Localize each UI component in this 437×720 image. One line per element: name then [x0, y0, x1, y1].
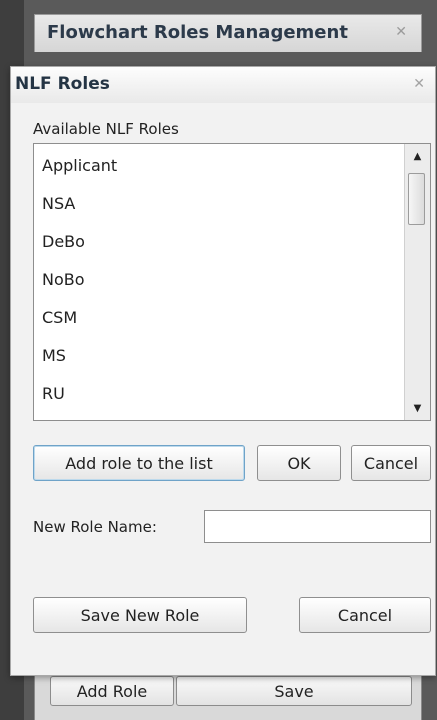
- new-role-name-input[interactable]: [204, 510, 431, 543]
- add-role-button[interactable]: Add Role: [50, 676, 174, 706]
- cancel-new-role-button[interactable]: Cancel: [299, 597, 431, 633]
- list-item-nsa[interactable]: NSA: [42, 192, 397, 216]
- scroll-down-icon[interactable]: ▼: [405, 396, 430, 420]
- add-role-to-list-button[interactable]: Add role to the list: [33, 445, 245, 481]
- list-item-applicant[interactable]: Applicant: [42, 154, 397, 178]
- list-item-ms[interactable]: MS: [42, 344, 397, 368]
- save-button[interactable]: Save: [176, 676, 412, 706]
- list-item-nobo[interactable]: NoBo: [42, 268, 397, 292]
- scroll-up-icon[interactable]: ▲: [405, 144, 430, 168]
- nlf-roles-dialog: NLF Roles ✕ Available NLF Roles Applican…: [10, 66, 436, 676]
- new-role-name-label: New Role Name:: [33, 518, 157, 536]
- listbox-scrollbar[interactable]: ▲ ▼: [404, 144, 430, 420]
- cancel-button[interactable]: Cancel: [351, 445, 431, 481]
- background-dialog-title: Flowchart Roles Management: [47, 22, 348, 43]
- close-icon[interactable]: ✕: [413, 76, 425, 92]
- roles-listbox[interactable]: Applicant NSA DeBo NoBo CSM MS RU ▲ ▼: [33, 143, 431, 421]
- scrollbar-thumb[interactable]: [408, 173, 425, 225]
- save-new-role-button[interactable]: Save New Role: [33, 597, 247, 633]
- list-item-ru[interactable]: RU: [42, 382, 397, 406]
- available-roles-label: Available NLF Roles: [33, 120, 179, 138]
- background-dialog-titlebar: Flowchart Roles Management ✕: [34, 14, 422, 52]
- dialog-titlebar[interactable]: NLF Roles ✕: [11, 67, 435, 103]
- list-item-debo[interactable]: DeBo: [42, 230, 397, 254]
- background-close-icon[interactable]: ✕: [395, 24, 407, 40]
- dialog-title: NLF Roles: [15, 74, 110, 94]
- list-item-csm[interactable]: CSM: [42, 306, 397, 330]
- ok-button[interactable]: OK: [257, 445, 341, 481]
